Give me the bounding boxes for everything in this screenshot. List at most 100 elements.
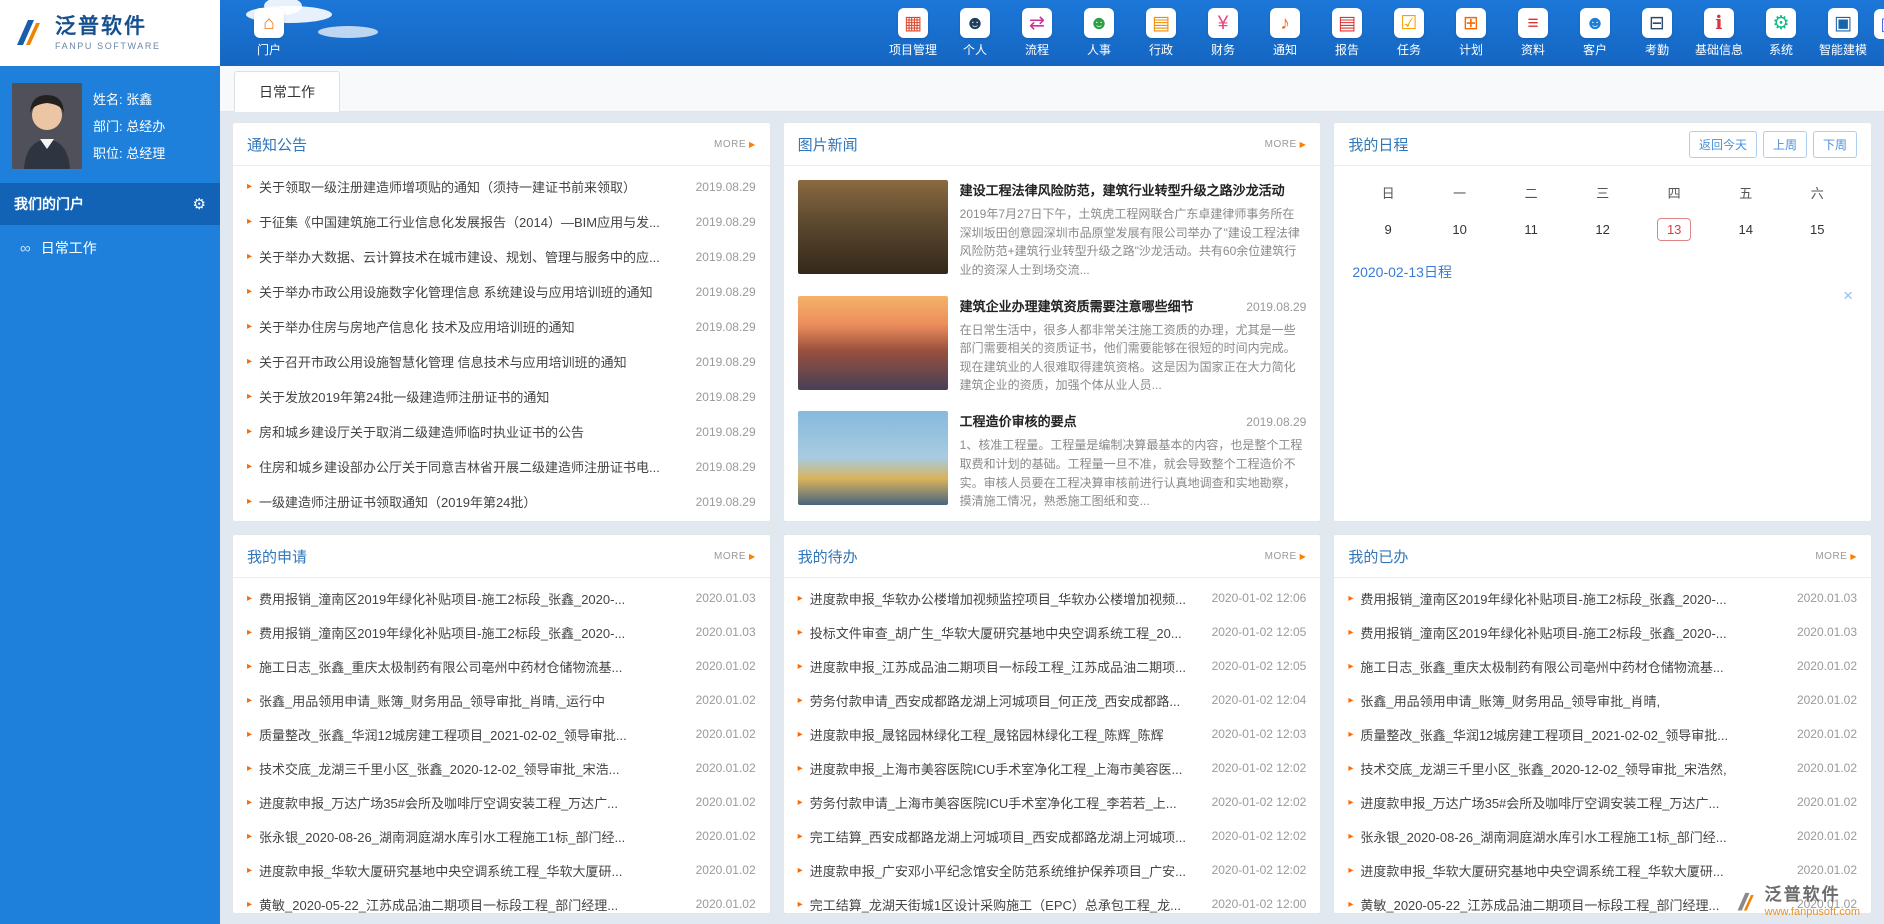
top-navigation-bar: 泛普软件 FANPU SOFTWARE ⌂ 门户 ▦ 项目管理 [0, 0, 1884, 66]
schedule-nav-button[interactable]: 上周 [1763, 131, 1807, 158]
todo-item[interactable]: ▸ 进度款申报_晟铭园林绿化工程_晟铭园林绿化工程_陈辉_陈辉 2020-01-… [798, 717, 1307, 751]
more-button[interactable]: MORE ▶ [1815, 551, 1857, 562]
clipped-nav-icon[interactable]: ▥ [1874, 9, 1884, 39]
bullet-icon: ▸ [1348, 661, 1353, 672]
nav-module-item[interactable]: ⚙ 系统 [1750, 8, 1812, 58]
nav-module-item[interactable]: ⊟ 考勤 [1626, 8, 1688, 58]
done-item[interactable]: ▸ 张鑫_用品领用申请_账簿_财务用品_领导审批_肖晴, 2020.01.02 [1348, 683, 1857, 717]
todo-item[interactable]: ▸ 进度款申报_广安邓小平纪念馆安全防范系统维护保养项目_广安... 2020-… [798, 853, 1307, 887]
nav-module-item[interactable]: ℹ 基础信息 [1688, 8, 1750, 58]
more-button[interactable]: MORE ▶ [714, 139, 756, 150]
nav-module-item[interactable]: ▤ 报告 [1316, 8, 1378, 58]
notice-item[interactable]: ▸ 住房和城乡建设部办公厅关于同意吉林省开展二级建造师注册证书电... 2019… [247, 449, 756, 484]
brand-logo: 泛普软件 FANPU SOFTWARE [0, 0, 220, 66]
close-icon[interactable]: × [1843, 286, 1853, 305]
nav-module-item[interactable]: ⇄ 流程 [1006, 8, 1068, 58]
nav-module-icon: ⇄ [1029, 14, 1045, 33]
done-item-text: 质量整改_张鑫_华润12城房建工程项目_2021-02-02_领导审批... [1360, 725, 1785, 744]
todo-item[interactable]: ▸ 完工结算_西安成都路龙湖上河城项目_西安成都路龙湖上河城项... 2020-… [798, 819, 1307, 853]
done-item[interactable]: ▸ 进度款申报_华软大厦研究基地中央空调系统工程_华软大厦研... 2020.0… [1348, 853, 1857, 887]
nav-module-item[interactable]: ⊞ 计划 [1440, 8, 1502, 58]
notice-item[interactable]: ▸ 一级建造师注册证书领取通知（2019年第24批） 2019.08.29 [247, 484, 756, 519]
todo-item-date: 2020-01-02 12:02 [1212, 829, 1307, 843]
sidebar-item-daily-work[interactable]: ∞ 日常工作 [0, 225, 220, 271]
nav-module-item[interactable]: ¥ 财务 [1192, 8, 1254, 58]
application-item[interactable]: ▸ 张鑫_用品领用申请_账簿_财务用品_领导审批_肖晴,_运行中 2020.01… [247, 683, 756, 717]
todo-item[interactable]: ▸ 进度款申报_江苏成品油二期项目一标段工程_江苏成品油二期项... 2020-… [798, 649, 1307, 683]
nav-module-item[interactable]: ≡ 资料 [1502, 8, 1564, 58]
done-item[interactable]: ▸ 质量整改_张鑫_华润12城房建工程项目_2021-02-02_领导审批...… [1348, 717, 1857, 751]
more-button[interactable]: MORE ▶ [1265, 139, 1307, 150]
todo-item[interactable]: ▸ 投标文件审查_胡广生_华软大厦研究基地中央空调系统工程_20... 2020… [798, 615, 1307, 649]
application-item[interactable]: ▸ 进度款申报_华软大厦研究基地中央空调系统工程_华软大厦研... 2020.0… [247, 853, 756, 887]
news-item[interactable]: 建设工程法律风险防范，建筑行业转型升级之路沙龙活动 2019年7月27日下午，土… [798, 170, 1307, 286]
nav-module-item[interactable]: ☑ 任务 [1378, 8, 1440, 58]
nav-module-item[interactable]: ▣ 智能建模 [1812, 8, 1874, 58]
news-item[interactable]: 建筑企业办理建筑资质需要注意哪些细节 2019.08.29 在日常生活中，很多人… [798, 286, 1307, 402]
more-button[interactable]: MORE ▶ [714, 551, 756, 562]
brand-text: 泛普软件 FANPU SOFTWARE [55, 15, 161, 50]
calendar-date[interactable]: 11 [1515, 219, 1547, 240]
notice-item[interactable]: ▸ 关于发放2019年第24批一级建造师注册证书的通知 2019.08.29 [247, 379, 756, 414]
application-item[interactable]: ▸ 质量整改_张鑫_华润12城房建工程项目_2021-02-02_领导审批...… [247, 717, 756, 751]
gear-icon[interactable]: ⚙ [193, 195, 206, 213]
done-item[interactable]: ▸ 进度款申报_万达广场35#会所及咖啡厅空调安装工程_万达广... 2020.… [1348, 785, 1857, 819]
calendar-date[interactable]: 14 [1729, 219, 1761, 240]
nav-module-item[interactable]: ▦ 项目管理 [882, 8, 944, 58]
schedule-nav-button[interactable]: 下周 [1813, 131, 1857, 158]
done-item[interactable]: ▸ 施工日志_张鑫_重庆太极制药有限公司亳州中药材仓储物流基... 2020.0… [1348, 649, 1857, 683]
todo-item[interactable]: ▸ 进度款申报_上海市美容医院ICU手术室净化工程_上海市美容医... 2020… [798, 751, 1307, 785]
calendar-date[interactable]: 15 [1801, 219, 1833, 240]
calendar-date[interactable]: 9 [1375, 219, 1400, 240]
nav-module-item[interactable]: ♪ 通知 [1254, 8, 1316, 58]
notice-item[interactable]: ▸ 于征集《中国建筑施工行业信息化发展报告（2014）—BIM应用与发... 2… [247, 204, 756, 239]
done-item-text: 施工日志_张鑫_重庆太极制药有限公司亳州中药材仓储物流基... [1360, 657, 1785, 676]
application-item[interactable]: ▸ 费用报销_潼南区2019年绿化补贴项目-施工2标段_张鑫_2020-... … [247, 581, 756, 615]
todo-item[interactable]: ▸ 劳务付款申请_上海市美容医院ICU手术室净化工程_李若若_上... 2020… [798, 785, 1307, 819]
more-button[interactable]: MORE ▶ [1265, 551, 1307, 562]
nav-module-item[interactable]: ☻ 个人 [944, 8, 1006, 58]
todo-item-date: 2020-01-02 12:06 [1212, 591, 1307, 605]
tab-daily-work[interactable]: 日常工作 [234, 71, 340, 112]
application-item[interactable]: ▸ 施工日志_张鑫_重庆太极制药有限公司亳州中药材仓储物流基... 2020.0… [247, 649, 756, 683]
calendar-date[interactable]: 13 [1657, 218, 1691, 241]
done-item[interactable]: ▸ 费用报销_潼南区2019年绿化补贴项目-施工2标段_张鑫_2020-... … [1348, 615, 1857, 649]
news-item[interactable]: 工程造价审核的要点 2019.08.29 1、核准工程量。工程量是编制决算最基本… [798, 401, 1307, 517]
notice-item[interactable]: ▸ 关于举办大数据、云计算技术在城市建设、规划、管理与服务中的应... 2019… [247, 239, 756, 274]
done-item-text: 黄敏_2020-05-22_江苏成品油二期项目一标段工程_部门经理... [1360, 895, 1785, 914]
weekday-label: 二 [1495, 174, 1567, 211]
done-item[interactable]: ▸ 费用报销_潼南区2019年绿化补贴项目-施工2标段_张鑫_2020-... … [1348, 581, 1857, 615]
done-item[interactable]: ▸ 张永银_2020-08-26_湖南洞庭湖水库引水工程施工1标_部门经... … [1348, 819, 1857, 853]
application-item-date: 2020.01.02 [696, 863, 756, 877]
application-item[interactable]: ▸ 费用报销_潼南区2019年绿化补贴项目-施工2标段_张鑫_2020-... … [247, 615, 756, 649]
calendar-date[interactable]: 10 [1443, 219, 1475, 240]
notice-item[interactable]: ▸ 关于领取一级注册建造师增项贴的通知（须持一建证书前来领取） 2019.08.… [247, 169, 756, 204]
portal-section-header[interactable]: 我们的门户 ⚙ [0, 183, 220, 225]
weekday-label: 六 [1781, 174, 1853, 211]
nav-module-item[interactable]: ☻ 人事 [1068, 8, 1130, 58]
application-item[interactable]: ▸ 黄敏_2020-05-22_江苏成品油二期项目一标段工程_部门经理... 2… [247, 887, 756, 913]
notice-item[interactable]: ▸ 关于召开市政公用设施智慧化管理 信息技术与应用培训班的通知 2019.08.… [247, 344, 756, 379]
application-item[interactable]: ▸ 张永银_2020-08-26_湖南洞庭湖水库引水工程施工1标_部门经... … [247, 819, 756, 853]
nav-item-portal[interactable]: ⌂ 门户 [240, 0, 298, 66]
todo-item[interactable]: ▸ 完工结算_龙湖天街城1区设计采购施工（EPC）总承包工程_龙... 2020… [798, 887, 1307, 913]
notice-item[interactable]: ▸ 关于举办市政公用设施数字化管理信息 系统建设与应用培训班的通知 2019.0… [247, 274, 756, 309]
todo-item[interactable]: ▸ 劳务付款申请_西安成都路龙湖上河城项目_何正茂_西安成都路... 2020-… [798, 683, 1307, 717]
application-item[interactable]: ▸ 技术交底_龙湖三千里小区_张鑫_2020-12-02_领导审批_宋浩... … [247, 751, 756, 785]
done-item[interactable]: ▸ 技术交底_龙湖三千里小区_张鑫_2020-12-02_领导审批_宋浩然, 2… [1348, 751, 1857, 785]
notice-item[interactable]: ▸ 关于举办住房与房地产信息化 技术及应用培训班的通知 2019.08.29 [247, 309, 756, 344]
application-item[interactable]: ▸ 进度款申报_万达广场35#会所及咖啡厅空调安装工程_万达广... 2020.… [247, 785, 756, 819]
application-item-text: 质量整改_张鑫_华润12城房建工程项目_2021-02-02_领导审批... [259, 725, 684, 744]
more-arrow-icon: ▶ [749, 552, 756, 561]
news-thumbnail [798, 296, 948, 390]
nav-module-icon: ≡ [1527, 14, 1538, 33]
calendar-date[interactable]: 12 [1586, 219, 1618, 240]
todo-item-date: 2020-01-02 12:00 [1212, 897, 1307, 911]
bullet-icon: ▸ [1348, 831, 1353, 842]
nav-module-item[interactable]: ☻ 客户 [1564, 8, 1626, 58]
notice-item[interactable]: ▸ 房和城乡建设厅关于取消二级建造师临时执业证书的公告 2019.08.29 [247, 414, 756, 449]
todo-item[interactable]: ▸ 进度款申报_华软办公楼增加视频监控项目_华软办公楼增加视频... 2020-… [798, 581, 1307, 615]
nav-module-item[interactable]: ▤ 行政 [1130, 8, 1192, 58]
schedule-nav-button[interactable]: 返回今天 [1689, 131, 1757, 158]
watermark-brand: 泛普软件 [1765, 886, 1860, 903]
